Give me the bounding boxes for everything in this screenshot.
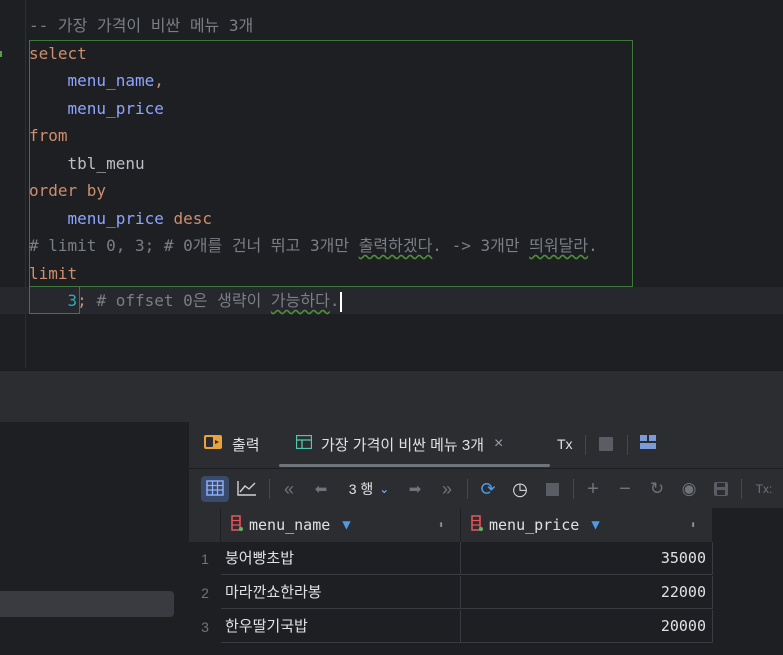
tab-separator (585, 435, 586, 455)
row-number: 2 (201, 585, 209, 601)
code-line-1: -- 가장 가격이 비싼 메뉴 3개 (29, 16, 254, 35)
prev-page-icon[interactable]: ⬅ (309, 476, 333, 502)
sql-editor[interactable]: -- 가장 가격이 비싼 메뉴 3개 select menu_name, men… (0, 0, 783, 370)
tab-tx[interactable]: Tx (557, 422, 573, 466)
table-cell[interactable]: 붕어빵초밥 (221, 542, 461, 575)
stop-icon (599, 437, 613, 451)
filter-icon[interactable]: ▼ (591, 517, 599, 533)
layout-button[interactable] (640, 422, 656, 466)
table-row[interactable]: 2 마라깐쇼한라봉 22000 (189, 576, 713, 610)
tab-output[interactable]: 출력 (203, 422, 260, 466)
toolbar-separator (269, 479, 270, 499)
close-icon[interactable]: × (494, 435, 503, 453)
active-tab-indicator (279, 464, 550, 467)
table-cell[interactable]: 22000 (461, 576, 713, 609)
table-row[interactable]: 1 붕어빵초밥 35000 (189, 542, 713, 576)
tab-result[interactable]: 가장 가격이 비싼 메뉴 3개 × (295, 422, 503, 466)
code-line-10: limit (29, 264, 78, 283)
table-icon (295, 434, 313, 453)
last-page-icon[interactable]: » (435, 476, 459, 502)
code-line-8: menu_price desc (67, 209, 213, 228)
sort-icon[interactable]: ⬍ (690, 520, 696, 531)
stop-query-button[interactable] (539, 476, 565, 502)
tx-mode-dropdown[interactable]: Tx: (749, 476, 779, 502)
code-line-2: select (29, 44, 87, 63)
save-icon[interactable] (709, 476, 733, 502)
left-panel (0, 422, 189, 655)
left-panel-selected-item[interactable] (0, 591, 174, 617)
chevron-down-icon: ⌄ (379, 482, 390, 496)
result-tabs: 출력 가장 가격이 비싼 메뉴 3개 × Tx (189, 422, 783, 468)
column-header-menu-price[interactable]: menu_price ▼ ⬍ (461, 508, 713, 542)
sort-icon[interactable]: ⬍ (438, 520, 444, 531)
services-tool-window: 출력 가장 가격이 비싼 메뉴 3개 × Tx « ⬅ 3 행 ⌄ ➡ » ⟳ … (189, 422, 783, 655)
code-line-6: tbl_menu (67, 154, 145, 173)
table-cell[interactable]: 한우딸기국밥 (221, 610, 461, 643)
revert-icon[interactable]: ↻ (645, 476, 669, 502)
toolbar-separator-3 (573, 479, 574, 499)
tab-separator-2 (627, 435, 628, 455)
refresh-icon[interactable]: ⟳ (475, 476, 501, 502)
stop-icon (545, 482, 559, 496)
result-toolbar: « ⬅ 3 행 ⌄ ➡ » ⟳ ◷ + − ↻ ◉ Tx: (189, 468, 783, 509)
eye-icon[interactable]: ◉ (677, 476, 701, 502)
column-icon (231, 515, 243, 535)
tx-mode-label: Tx: (755, 482, 773, 496)
column-header-label: menu_price (489, 516, 580, 534)
first-page-icon[interactable]: « (277, 476, 301, 502)
delete-row-icon[interactable]: − (613, 476, 637, 502)
chart-icon (237, 480, 257, 499)
filter-icon[interactable]: ▼ (342, 517, 350, 533)
tab-tx-label: Tx (557, 436, 573, 452)
column-header-label: menu_name (249, 516, 331, 534)
output-icon (203, 434, 223, 454)
code-line-4: menu_price (67, 99, 164, 118)
text-caret (340, 291, 343, 312)
row-count-dropdown[interactable]: 3 행 ⌄ (339, 476, 399, 502)
editor-panel-divider (0, 370, 783, 423)
code-line-7: order by (29, 181, 107, 200)
layout-icon (640, 435, 656, 453)
add-row-icon[interactable]: + (581, 476, 605, 502)
row-count-label: 3 행 (348, 481, 374, 497)
history-icon[interactable]: ◷ (507, 476, 533, 502)
toolbar-separator-4 (741, 479, 742, 499)
code-line-9: # limit 0, 3; # 0개를 건너 뛰고 3개만 출력하겠다. -> … (29, 236, 598, 255)
toolbar-separator-2 (467, 479, 468, 499)
code-line-11: 3; # offset 0은 생략이 가능하다. (29, 287, 343, 314)
row-number: 1 (201, 551, 209, 567)
code-line-3: menu_name, (67, 71, 164, 90)
table-cell[interactable]: 35000 (461, 542, 713, 575)
chart-view-button[interactable] (233, 476, 261, 502)
grid-icon (206, 479, 224, 499)
table-row[interactable]: 3 한우딸기국밥 20000 (189, 610, 713, 644)
gutter-change-marker (0, 51, 2, 57)
stop-tab-button[interactable] (599, 422, 613, 466)
tab-output-label: 출력 (232, 436, 260, 454)
next-page-icon[interactable]: ➡ (403, 476, 427, 502)
row-number-header (189, 508, 221, 542)
tab-result-label: 가장 가격이 비싼 메뉴 3개 (321, 436, 485, 454)
row-number: 3 (201, 619, 209, 635)
code-line-5: from (29, 126, 68, 145)
table-view-button[interactable] (201, 476, 229, 502)
result-grid: menu_name ▼ ⬍ menu_price ▼ ⬍ 1 붕어빵초밥 350… (189, 508, 783, 655)
column-icon (471, 515, 483, 535)
table-cell[interactable]: 마라깐쇼한라봉 (221, 576, 461, 609)
column-header-menu-name[interactable]: menu_name ▼ ⬍ (221, 508, 461, 542)
table-cell[interactable]: 20000 (461, 610, 713, 643)
